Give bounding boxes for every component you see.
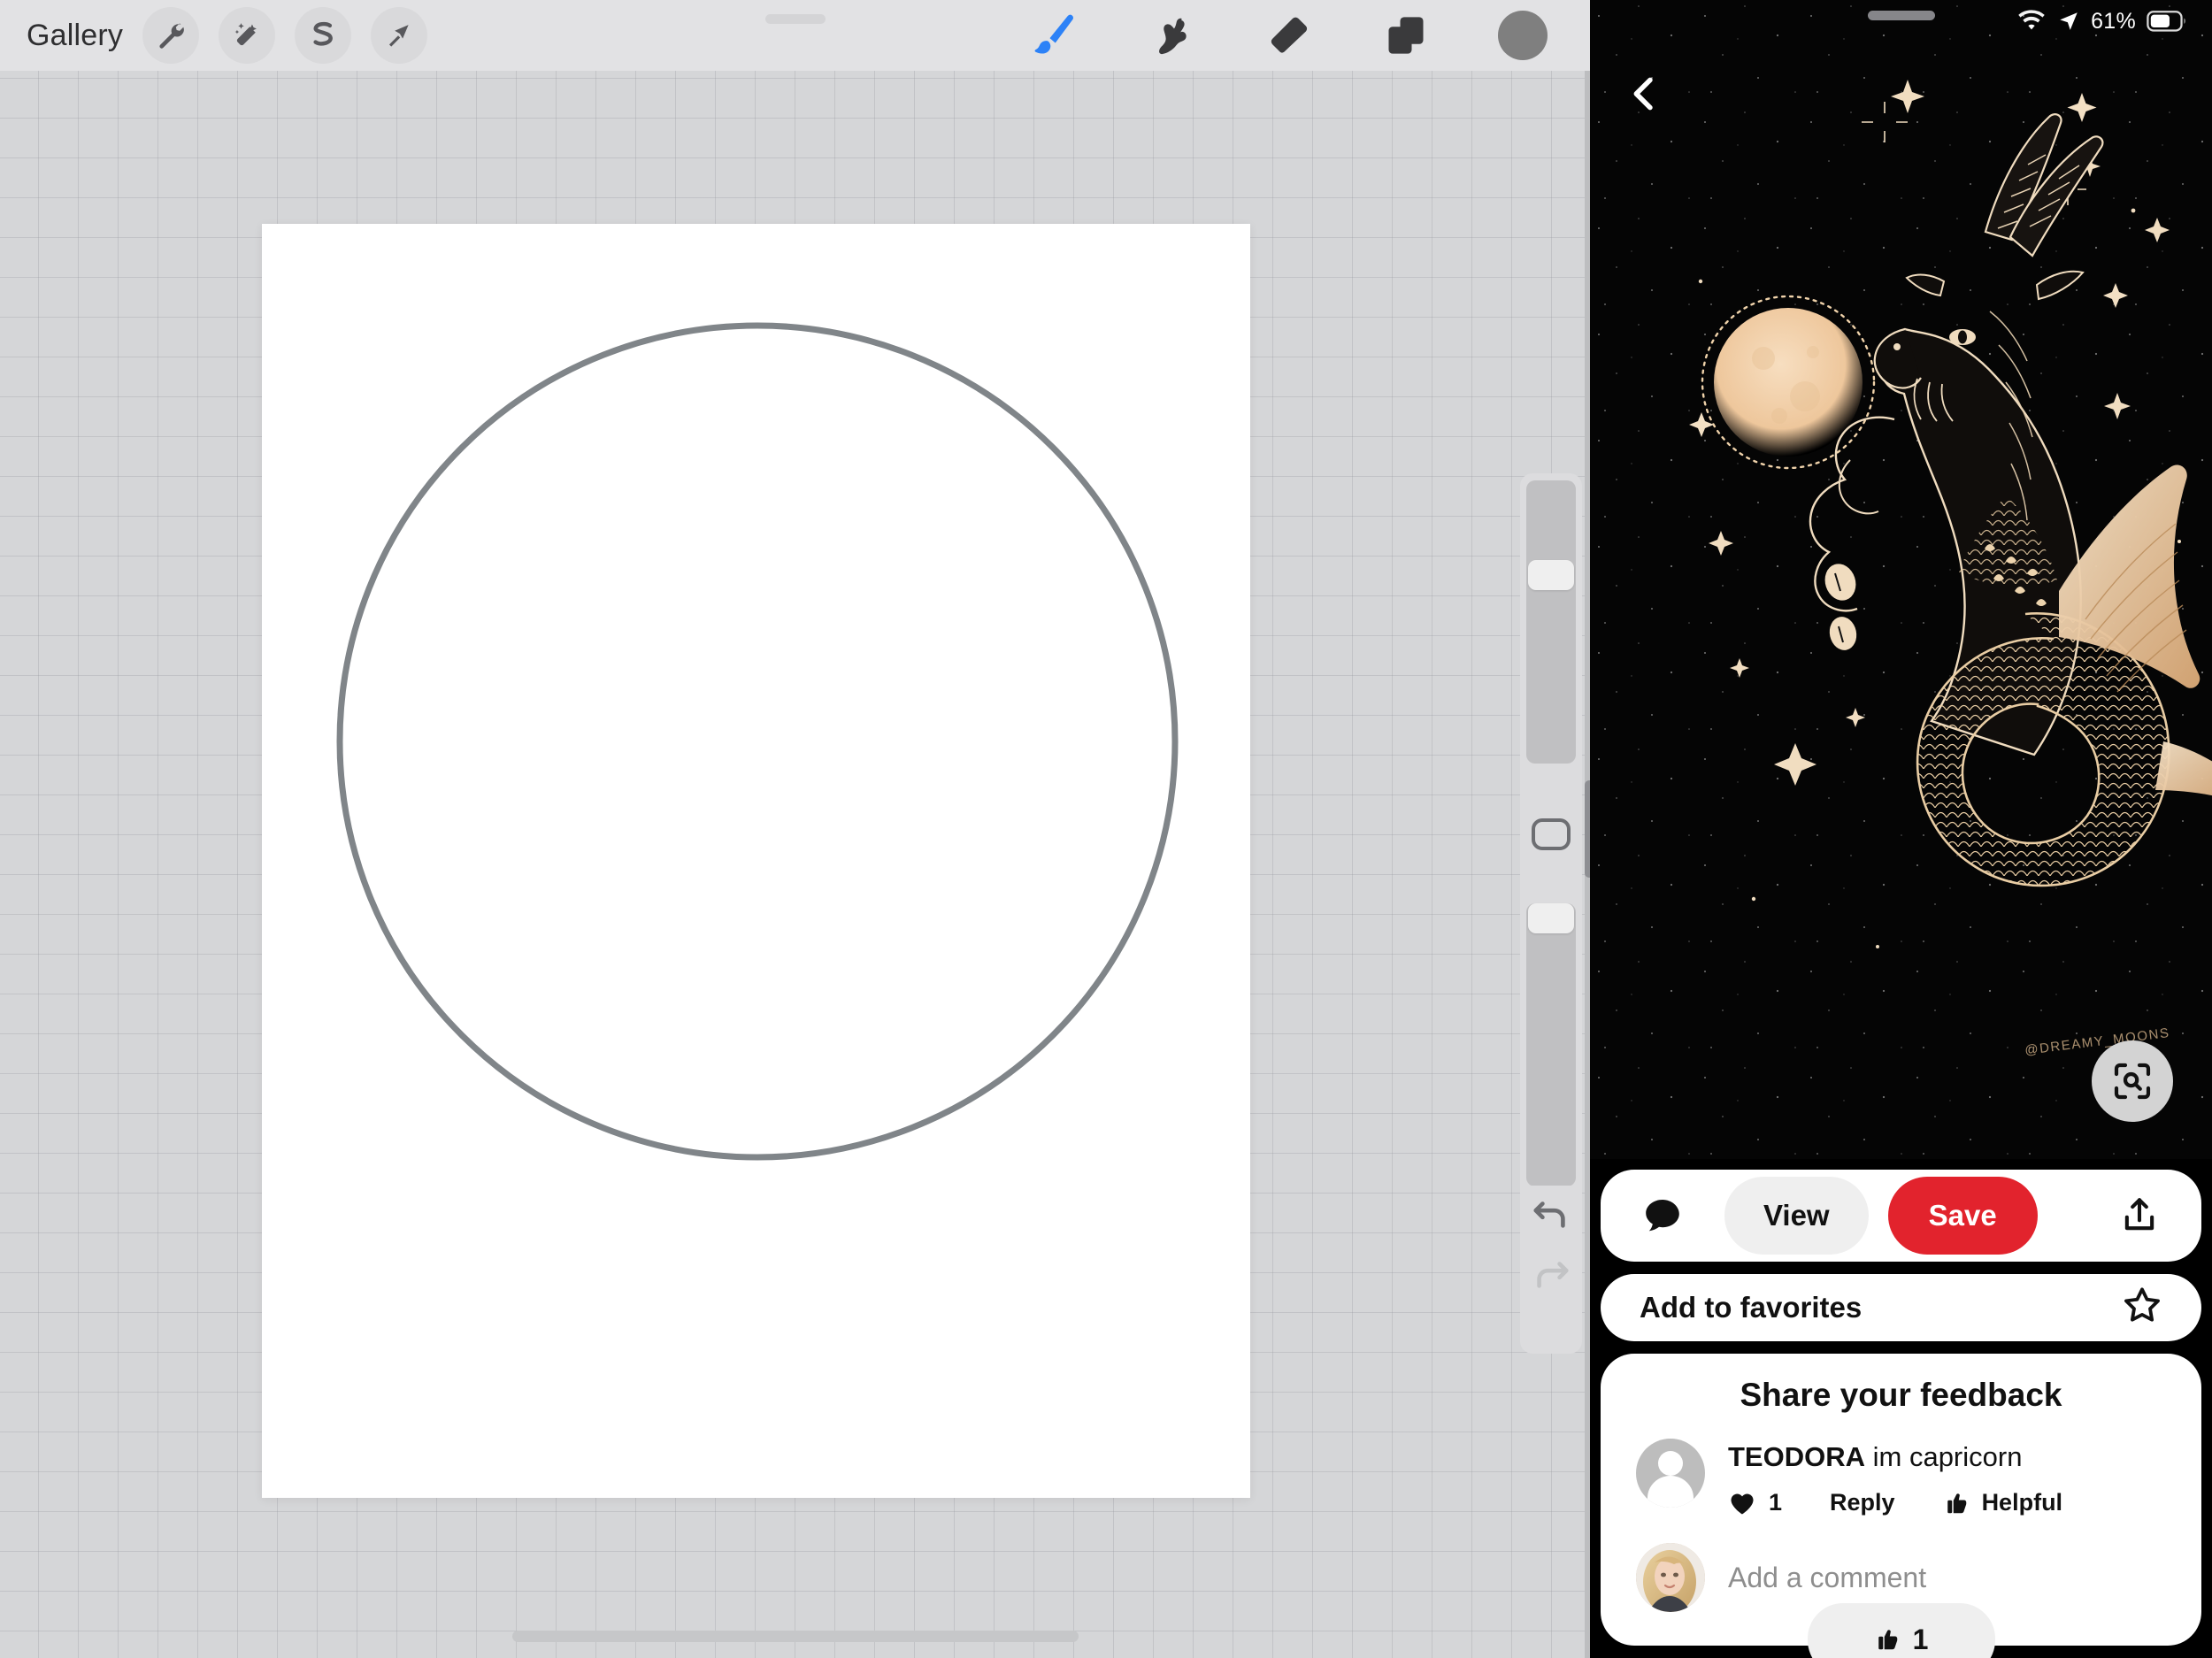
commenter-username[interactable]: TEODORA [1728, 1441, 1865, 1472]
add-comment-row[interactable]: Add a comment [1636, 1543, 2166, 1613]
star-outline-icon[interactable] [2122, 1285, 2162, 1330]
pin-panel-grabber[interactable] [1867, 11, 1935, 20]
magic-wand-icon[interactable] [219, 7, 276, 64]
back-button[interactable] [1625, 71, 1663, 121]
procreate-toolbar: Gallery [0, 0, 1590, 71]
pin-image[interactable]: @DREAMY_MOONS [1590, 0, 2212, 1159]
layers-icon[interactable] [1374, 8, 1438, 63]
user-avatar-photo [1636, 1543, 1705, 1613]
feedback-title: Share your feedback [1740, 1377, 2062, 1413]
helpful-button[interactable]: Helpful [1982, 1489, 2063, 1516]
visual-search-button[interactable] [2092, 1040, 2173, 1122]
comment-text-line: TEODORA im capricorn [1728, 1440, 2062, 1473]
visual-search-icon [2114, 1063, 2151, 1100]
split-screen-root: Gallery @DREAMY_MOONS 61% View Save Add … [0, 0, 2212, 1658]
comment-bubble-icon[interactable] [1636, 1189, 1689, 1242]
comment-actions: 1 Reply Helpful [1728, 1489, 2062, 1516]
procreate-app: Gallery [0, 0, 1590, 1658]
status-bar: 61% [1590, 0, 2212, 42]
reply-button[interactable]: Reply [1830, 1489, 1895, 1516]
commenter-avatar[interactable] [1636, 1439, 1705, 1508]
selection-s-icon[interactable] [295, 7, 352, 64]
comment-item: TEODORA im capricorn 1 Reply Helpful [1636, 1439, 2166, 1516]
battery-percent: 61% [2091, 8, 2136, 34]
canvas-artwork [336, 322, 1179, 1161]
wrench-icon[interactable] [142, 7, 200, 64]
brush-opacity-slider[interactable] [1526, 903, 1576, 1186]
user-avatar[interactable] [1636, 1543, 1705, 1613]
location-arrow-icon [2060, 12, 2078, 30]
transform-arrow-icon[interactable] [371, 7, 428, 64]
add-to-favorites-row[interactable]: Add to favorites [1601, 1273, 2201, 1341]
brush-size-slider[interactable] [1526, 480, 1576, 764]
procreate-sidebar [1520, 473, 1582, 1309]
home-indicator [511, 1631, 1079, 1642]
feedback-card: Share your feedback TEODORA im capricorn… [1601, 1354, 2201, 1658]
color-swatch[interactable] [1491, 8, 1555, 63]
add-comment-input[interactable]: Add a comment [1728, 1562, 1926, 1594]
battery-icon [2147, 11, 2185, 32]
pinterest-app: @DREAMY_MOONS 61% View Save Add to favor… [1590, 0, 2212, 1658]
heart-icon[interactable] [1728, 1490, 1756, 1516]
comment-text: im capricorn [1872, 1441, 2023, 1472]
multitask-drag-handle[interactable] [764, 14, 826, 24]
save-button[interactable]: Save [1887, 1176, 2038, 1255]
undo-icon[interactable] [1531, 1196, 1571, 1232]
modify-button[interactable] [1532, 818, 1571, 850]
comment-body: TEODORA im capricorn 1 Reply Helpful [1728, 1439, 2062, 1516]
thumbs-up-icon[interactable] [1943, 1490, 1970, 1516]
reaction-icon [1878, 1630, 1897, 1650]
split-view-grabber[interactable] [1585, 780, 1590, 878]
eraser-icon[interactable] [1257, 8, 1321, 63]
undo-redo-group [1520, 1186, 1582, 1354]
redo-icon[interactable] [1531, 1256, 1571, 1292]
procreate-tool-group [1024, 8, 1555, 63]
pin-action-bar: View Save [1601, 1170, 2201, 1262]
reaction-pill[interactable]: 1 [1807, 1603, 1995, 1658]
capricorn-illustration: @DREAMY_MOONS [1590, 0, 2212, 1159]
gallery-button[interactable]: Gallery [27, 19, 123, 53]
reaction-count: 1 [1912, 1623, 1929, 1655]
like-count: 1 [1769, 1489, 1783, 1516]
add-to-favorites-label: Add to favorites [1640, 1290, 1863, 1324]
wifi-icon [2018, 10, 2045, 30]
paintbrush-icon[interactable] [1024, 8, 1087, 63]
smudge-icon[interactable] [1141, 8, 1204, 63]
drawing-canvas[interactable] [262, 224, 1250, 1498]
view-button[interactable]: View [1724, 1176, 1869, 1255]
share-icon[interactable] [2113, 1189, 2166, 1242]
chevron-left-icon [1633, 77, 1653, 111]
